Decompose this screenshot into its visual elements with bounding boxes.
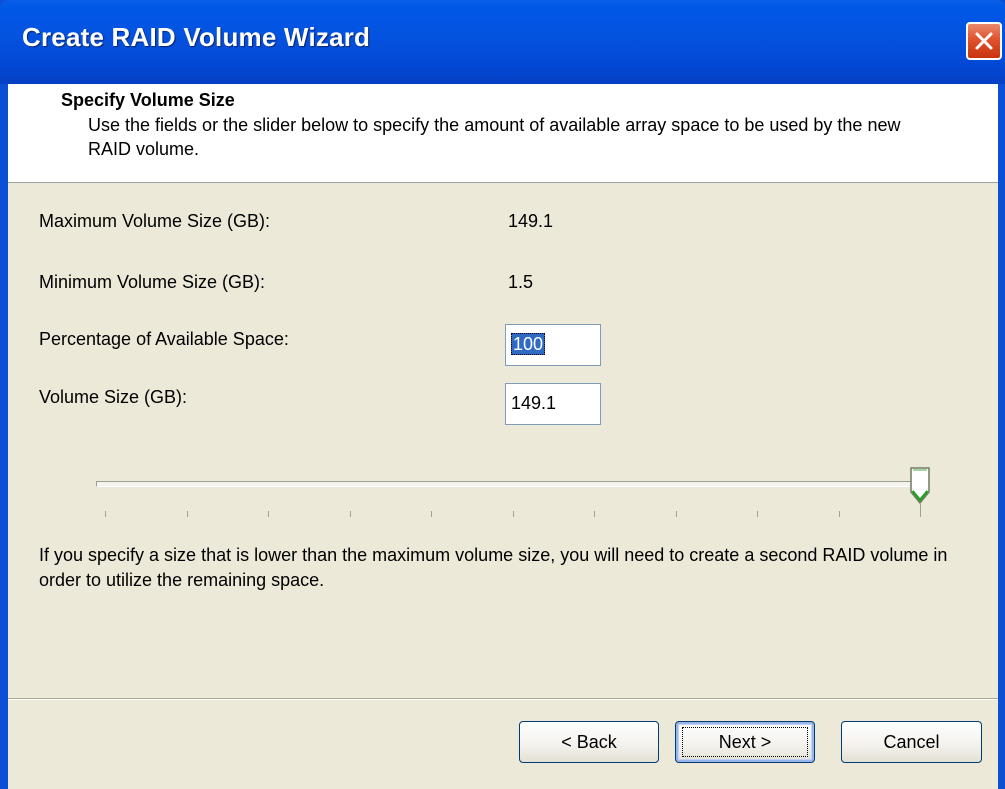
min-size-value: 1.5 (508, 272, 534, 292)
slider-tick (186, 511, 188, 517)
slider-tick (594, 511, 595, 517)
close-button[interactable] (966, 22, 1002, 60)
remaining-space-note: If you specify a size that is lower than… (39, 545, 948, 590)
volume-slider-track[interactable] (96, 481, 926, 487)
back-button[interactable]: < Back (519, 721, 659, 763)
slider-tick (757, 511, 758, 517)
slider-tick (512, 511, 514, 517)
cancel-button[interactable]: Cancel (841, 721, 982, 763)
title-bar[interactable]: Create RAID Volume Wizard (0, 0, 1005, 84)
step-title: Specify Volume Size (61, 90, 235, 110)
slider-tick (105, 511, 106, 517)
slider-tick (431, 511, 432, 517)
dialog-body: Specify Volume Size Use the fields or th… (8, 84, 998, 789)
slider-tick (675, 511, 677, 517)
slider-tick (268, 511, 269, 517)
volume-size-value: 149.1 (511, 393, 557, 413)
max-size-value: 149.1 (508, 211, 554, 231)
percentage-label: Percentage of Available Space: (39, 329, 289, 349)
volume-size-input[interactable]: 149.1 (505, 383, 601, 425)
back-button-label: < Back (561, 732, 617, 752)
slider-thumb-icon (910, 467, 930, 505)
slider-tick (349, 511, 351, 517)
cancel-button-label: Cancel (883, 732, 940, 752)
min-size-label: Minimum Volume Size (GB): (39, 272, 266, 292)
next-button-label: Next > (718, 732, 772, 752)
step-description: Use the fields or the slider below to sp… (88, 115, 901, 159)
percentage-value: 100 (511, 333, 546, 355)
percentage-input[interactable]: 100 (505, 324, 601, 366)
footer-divider (8, 698, 998, 700)
window-title: Create RAID Volume Wizard (22, 22, 371, 52)
close-icon (975, 32, 993, 50)
volume-size-label: Volume Size (GB): (39, 387, 188, 407)
volume-slider-thumb[interactable] (909, 466, 931, 511)
wizard-header: Specify Volume Size Use the fields or th… (8, 84, 998, 183)
max-size-label: Maximum Volume Size (GB): (39, 211, 271, 231)
next-button[interactable]: Next > (675, 721, 815, 763)
wizard-window: Create RAID Volume Wizard Specify Volume… (0, 0, 1005, 789)
slider-tick (838, 511, 840, 517)
